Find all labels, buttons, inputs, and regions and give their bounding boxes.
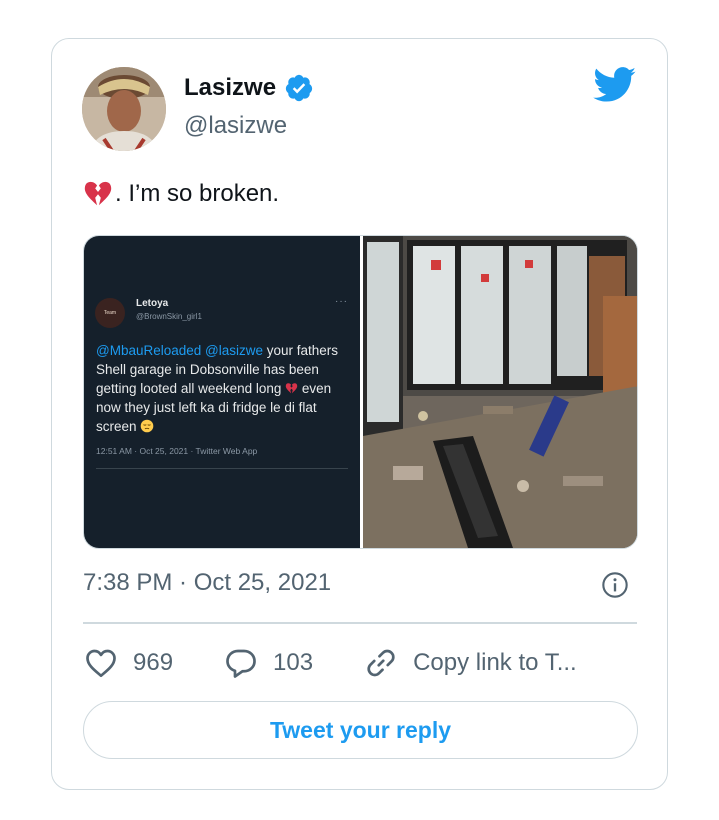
embedded-avatar: Team bbox=[95, 298, 125, 328]
author-handle[interactable]: @lasizwe bbox=[184, 112, 287, 140]
heart-icon bbox=[86, 649, 116, 678]
copy-link-label: Copy link to T... bbox=[413, 649, 577, 676]
author-name[interactable]: Lasizwe bbox=[184, 74, 276, 102]
tweet-timestamp[interactable]: 7:38 PM · Oct 25, 2021 bbox=[83, 569, 331, 597]
tweet-card: Lasizwe @lasizwe . I’m so broken. Team L… bbox=[51, 38, 668, 790]
verified-badge-icon bbox=[285, 74, 313, 102]
store-photo-image bbox=[363, 236, 637, 548]
copy-link-button[interactable]: Copy link to T... bbox=[363, 645, 577, 681]
tweet-your-reply-button[interactable]: Tweet your reply bbox=[83, 701, 638, 759]
tweet-body: . I’m so broken. bbox=[115, 180, 280, 207]
like-count: 969 bbox=[133, 649, 174, 676]
embedded-broken-heart-icon bbox=[285, 383, 298, 394]
author-avatar[interactable] bbox=[82, 67, 166, 151]
broken-heart-icon bbox=[84, 181, 112, 206]
tweet-media[interactable]: Team Letoya @BrownSkin_girl1 ··· @MbauRe… bbox=[83, 235, 638, 549]
info-icon[interactable] bbox=[601, 571, 629, 599]
embedded-author-name: Letoya bbox=[136, 298, 169, 309]
author-name-row: Lasizwe bbox=[184, 73, 314, 103]
reply-action-button[interactable]: 103 bbox=[223, 645, 313, 681]
avatar-image bbox=[82, 67, 166, 151]
more-icon: ··· bbox=[335, 296, 348, 307]
reply-count: 103 bbox=[273, 649, 314, 676]
embedded-tweet-text: @MbauReloaded @lasizwe your fathers Shel… bbox=[96, 341, 348, 436]
looted-store-photo[interactable] bbox=[363, 236, 637, 548]
tweet-text: . I’m so broken. bbox=[83, 179, 279, 209]
embedded-divider bbox=[96, 468, 348, 469]
twitter-bird-icon[interactable] bbox=[593, 67, 637, 103]
pensive-face-icon bbox=[140, 419, 154, 433]
embedded-tweet-screenshot[interactable]: Team Letoya @BrownSkin_girl1 ··· @MbauRe… bbox=[84, 236, 360, 548]
reply-bubble-icon bbox=[226, 649, 256, 678]
tweet-actions: 969 103 Copy link to T... bbox=[83, 645, 627, 681]
embedded-tweet-meta: 12:51 AM · Oct 25, 2021 · Twitter Web Ap… bbox=[96, 446, 258, 456]
embedded-mention-2: @lasizwe bbox=[205, 343, 264, 358]
actions-divider bbox=[83, 622, 637, 624]
like-button[interactable]: 969 bbox=[83, 645, 173, 681]
link-icon bbox=[367, 649, 395, 677]
embedded-mention-1: @MbauReloaded bbox=[96, 343, 202, 358]
embedded-author-handle: @BrownSkin_girl1 bbox=[136, 312, 202, 321]
